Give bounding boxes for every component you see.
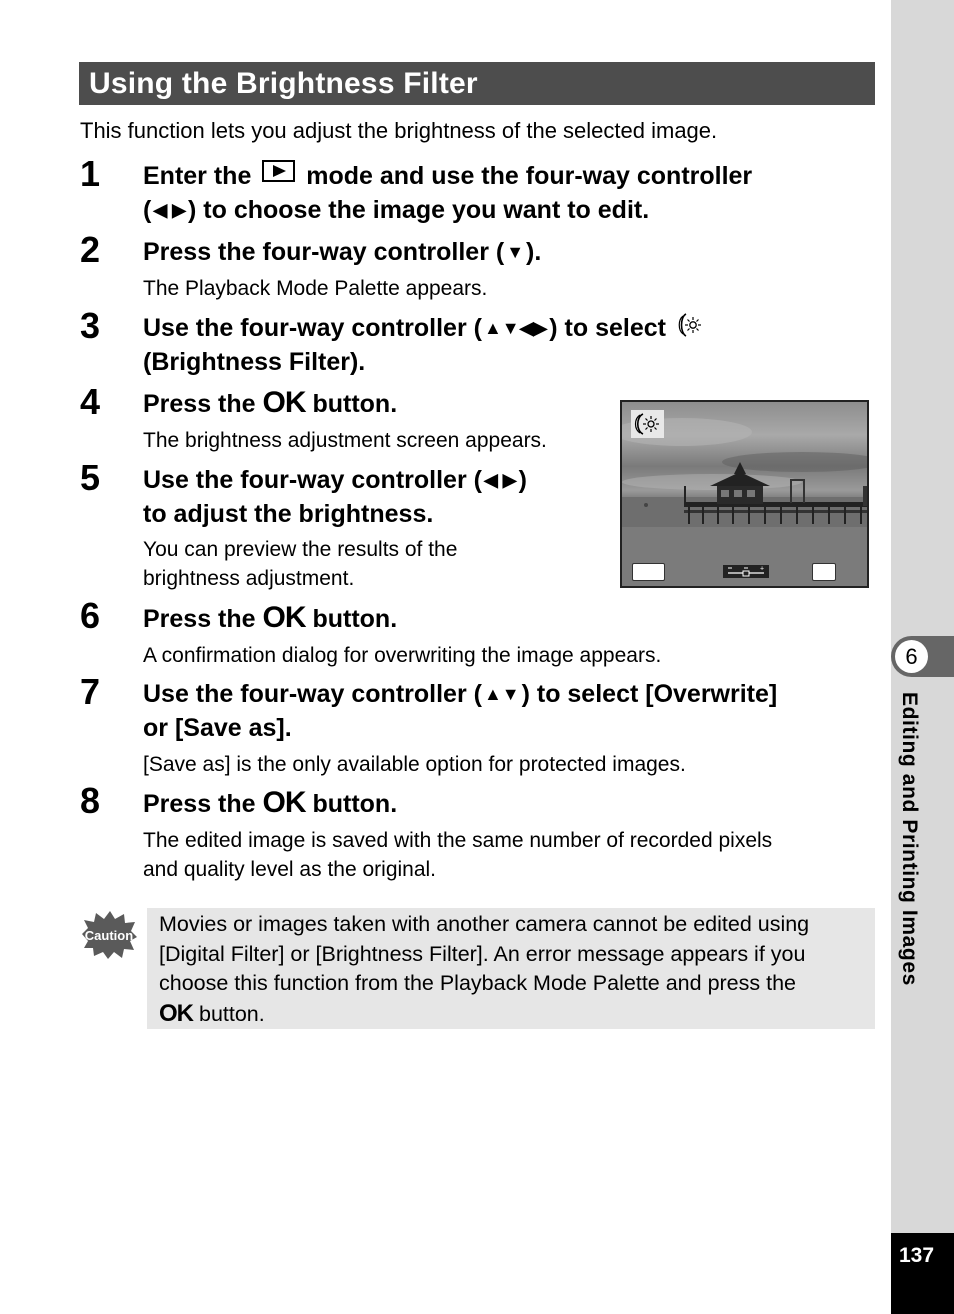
- brightness-slider-graphic: +: [728, 566, 764, 577]
- step-5-text-c: to adjust the brightness.: [143, 500, 434, 528]
- caution-icon-label: Caution: [85, 928, 133, 943]
- step-4-description: The brightness adjustment screen appears…: [143, 429, 547, 452]
- step-3-text-a: Use the four-way controller (: [143, 314, 482, 342]
- up-down-arrows-icon: ▲▼: [483, 684, 520, 704]
- step-2-text-b: ).: [526, 238, 542, 266]
- step-1-number: 1: [80, 153, 101, 194]
- step-8-text-a: Press the: [143, 790, 256, 818]
- step-8-description: The edited image is saved with the same …: [143, 826, 772, 884]
- step-3-text-c: (Brightness Filter).: [143, 348, 366, 376]
- down-arrow-icon: ▼: [506, 242, 525, 262]
- step-4-number: 4: [80, 381, 101, 422]
- caution-line-1: Movies or images taken with another came…: [159, 912, 810, 936]
- step-3-heading: Use the four-way controller (▲▼◀▶) to se…: [143, 311, 863, 379]
- step-2-heading: Press the four-way controller (▼).: [143, 235, 541, 269]
- caution-line-2: [Digital Filter] or [Brightness Filter].…: [159, 941, 806, 966]
- step-8-heading: Press the OK button.: [143, 786, 397, 821]
- step-8-number: 8: [80, 780, 101, 821]
- brightness-filter-icon: [631, 410, 664, 438]
- brightness-adjustment-screen: +: [620, 400, 869, 588]
- brightness-filter-icon: [678, 313, 701, 337]
- page-number: 137: [899, 1244, 935, 1267]
- step-1-text-a: Enter the: [143, 162, 252, 190]
- step-5-description: You can preview the results of the brigh…: [143, 535, 457, 593]
- left-right-arrows-icon: ◀ ▶: [483, 470, 517, 490]
- step-7-text-a: Use the four-way controller (: [143, 680, 482, 708]
- chapter-title: Editing and Printing Images: [898, 692, 921, 986]
- step-5-desc-line-2: brightness adjustment.: [143, 567, 355, 590]
- step-7-number: 7: [80, 671, 101, 712]
- slider-thumb: [742, 570, 750, 577]
- step-5-number: 5: [80, 457, 101, 498]
- screen-ok-button: [812, 563, 836, 581]
- step-7-text-b: ) to select [Overwrite]: [521, 680, 778, 708]
- step-6-text-a: Press the: [143, 605, 256, 633]
- step-8-desc-line-2: and quality level as the original.: [143, 858, 437, 881]
- step-5-heading: Use the four-way controller (◀ ▶) to adj…: [143, 463, 603, 531]
- caution-line-4: button.: [198, 1001, 265, 1026]
- caution-line-3: choose this function from the Playback M…: [159, 971, 797, 995]
- step-3-number: 3: [80, 305, 101, 346]
- step-4-text-b: button.: [312, 390, 398, 418]
- step-6-number: 6: [80, 595, 101, 636]
- chapter-number: 6: [895, 640, 928, 673]
- intro-text: This function lets you adjust the bright…: [80, 118, 718, 143]
- slider-plus-mark: +: [760, 566, 764, 573]
- step-6-heading: Press the OK button.: [143, 601, 397, 636]
- step-7-description: [Save as] is the only available option f…: [143, 753, 686, 776]
- step-3-text-b: ) to select: [549, 314, 666, 342]
- step-8-desc-line-1: The edited image is saved with the same …: [143, 829, 773, 852]
- ok-button-glyph: OK: [262, 601, 307, 634]
- step-4-text-a: Press the: [143, 390, 256, 418]
- playback-mode-icon: [262, 160, 296, 182]
- brightness-slider: +: [723, 565, 769, 578]
- caution-icon: Caution: [82, 911, 137, 959]
- step-5-text-a: Use the four-way controller (: [143, 466, 482, 494]
- left-right-arrows-icon: ◀ ▶: [153, 200, 187, 220]
- step-1-heading: Enter the mode and use the four-way cont…: [143, 159, 863, 227]
- step-4-heading: Press the OK button.: [143, 386, 397, 421]
- step-6-description: A confirmation dialog for overwriting th…: [143, 644, 662, 667]
- ok-button-glyph: OK: [159, 999, 194, 1027]
- step-8-text-b: button.: [312, 790, 398, 818]
- caution-note: Movies or images taken with another came…: [147, 908, 875, 1029]
- step-1-text-b: mode and use the four-way controller: [306, 162, 753, 190]
- step-7-text-c: or [Save as].: [143, 714, 292, 742]
- step-1-text-c: ) to choose the image you want to edit.: [188, 196, 650, 224]
- screen-cancel-button: [632, 563, 665, 581]
- ok-button-glyph: OK: [262, 386, 307, 419]
- step-7-heading: Use the four-way controller (▲▼) to sele…: [143, 677, 883, 745]
- step-5-desc-line-1: You can preview the results of the: [143, 538, 458, 561]
- four-way-arrows-icon: ▲▼◀▶: [483, 318, 548, 338]
- step-6-text-b: button.: [312, 605, 398, 633]
- step-2-description: The Playback Mode Palette appears.: [143, 277, 488, 300]
- step-1-paren-open: (: [143, 196, 152, 224]
- step-2-number: 2: [80, 229, 101, 270]
- step-5-text-b: ): [518, 466, 527, 494]
- step-2-text-a: Press the four-way controller (: [143, 238, 505, 266]
- ok-button-glyph: OK: [262, 786, 307, 819]
- section-title: Using the Brightness Filter: [79, 62, 875, 105]
